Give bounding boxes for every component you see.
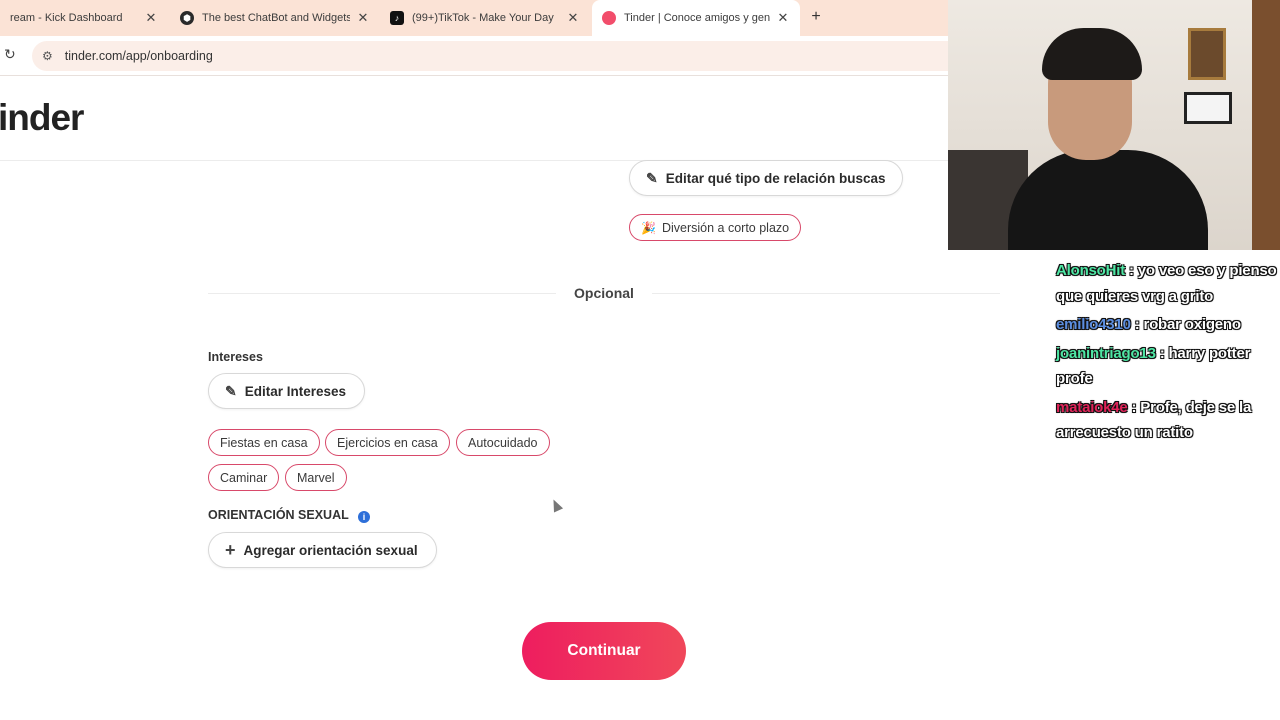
address-bar-row: ↻ ⚙ tinder.com/app/onboarding (0, 36, 948, 76)
wall-frame (1184, 92, 1232, 124)
tab-tinder[interactable]: Tinder | Conoce amigos y gente ✕ (592, 0, 800, 36)
edit-relationship-button[interactable]: ✎ Editar qué tipo de relación buscas (629, 160, 903, 196)
reload-icon[interactable]: ↻ (4, 46, 16, 63)
edit-relationship-label: Editar qué tipo de relación buscas (665, 170, 886, 186)
divider-left (208, 293, 556, 294)
tab-title: The best ChatBot and Widgets (202, 12, 350, 24)
browser-tab-bar: ream - Kick Dashboard ✕ ⬢ The best ChatB… (0, 0, 948, 36)
edit-interests-button[interactable]: ✎ Editar Intereses (208, 373, 365, 409)
tinder-flame-icon (602, 11, 616, 25)
botrix-icon: ⬢ (180, 11, 194, 25)
chat-username: emilio4310 (1056, 316, 1131, 333)
interest-tag[interactable]: Ejercicios en casa (325, 429, 450, 456)
url-text: tinder.com/app/onboarding (64, 49, 213, 63)
screen: ream - Kick Dashboard ✕ ⬢ The best ChatB… (0, 0, 1280, 720)
chat-message: mataiok4e : Profe, deje se la arrecuesto… (1056, 395, 1280, 446)
add-orientation-button[interactable]: + Agregar orientación sexual (208, 532, 437, 568)
relationship-tag-label: Diversión a corto plazo (661, 220, 790, 235)
tab-kick-dashboard[interactable]: ream - Kick Dashboard ✕ (0, 0, 168, 36)
site-settings-icon[interactable]: ⚙ (42, 49, 53, 63)
interest-tag[interactable]: Fiestas en casa (208, 429, 320, 456)
close-tab-icon[interactable]: ✕ (776, 10, 790, 26)
party-popper-icon: 🎉 (641, 220, 656, 235)
chat-username: AlonsoHit (1056, 262, 1126, 279)
add-orientation-label: Agregar orientación sexual (243, 542, 418, 558)
close-tab-icon[interactable]: ✕ (566, 10, 580, 26)
chat-message: AlonsoHit : yo veo eso y pienso que quie… (1056, 258, 1280, 309)
tab-title: ream - Kick Dashboard (10, 12, 123, 24)
tab-title: Tinder | Conoce amigos y gente (624, 12, 770, 24)
edit-interests-label: Editar Intereses (244, 383, 347, 399)
omnibox[interactable]: ⚙ tinder.com/app/onboarding (32, 41, 948, 71)
close-tab-icon[interactable]: ✕ (356, 10, 370, 26)
chat-message: joanintriago13 : harry potter profe (1056, 341, 1280, 392)
interest-tag[interactable]: Caminar (208, 464, 280, 491)
interest-tag[interactable]: Autocuidado (456, 429, 550, 456)
optional-heading: Opcional (574, 285, 634, 301)
interests-heading: Intereses (208, 350, 263, 364)
mouse-cursor-icon (548, 497, 564, 513)
chat-username: joanintriago13 (1056, 344, 1156, 362)
tab-botrix[interactable]: ⬢ The best ChatBot and Widgets ✕ (170, 0, 380, 36)
relationship-tag: 🎉 Diversión a corto plazo (629, 214, 802, 241)
orientation-heading: ORIENTACIÓN SEXUAL (208, 508, 349, 522)
webcam-door (1252, 0, 1280, 250)
interest-tag[interactable]: Marvel (285, 464, 347, 491)
tab-tiktok[interactable]: ♪ (99+)TikTok - Make Your Day ✕ (380, 0, 590, 36)
pencil-icon: ✎ (646, 169, 658, 186)
tinder-logo: inder (0, 97, 84, 138)
pencil-icon: ✎ (225, 382, 237, 399)
chat-message: emilio4310 : robar oxigeno (1056, 312, 1280, 338)
close-tab-icon[interactable]: ✕ (144, 10, 158, 26)
tinder-onboarding-page: inder ✎ Editar qué tipo de relación busc… (0, 76, 1000, 720)
divider-right (652, 293, 1000, 294)
wall-portrait (1188, 28, 1226, 80)
webcam-overlay (948, 0, 1280, 250)
plus-icon: + (225, 539, 236, 560)
chat-username: mataiok4e (1056, 398, 1128, 416)
stream-chat-overlay: AlonsoHit : yo veo eso y pienso que quie… (1056, 258, 1280, 449)
tiktok-icon: ♪ (390, 11, 404, 25)
new-tab-button[interactable]: + (806, 8, 826, 26)
continue-button[interactable]: Continuar (522, 622, 686, 680)
info-icon[interactable]: i (358, 511, 370, 523)
tab-title: (99+)TikTok - Make Your Day (412, 12, 554, 24)
chat-text: : robar oxigeno (1134, 316, 1241, 333)
